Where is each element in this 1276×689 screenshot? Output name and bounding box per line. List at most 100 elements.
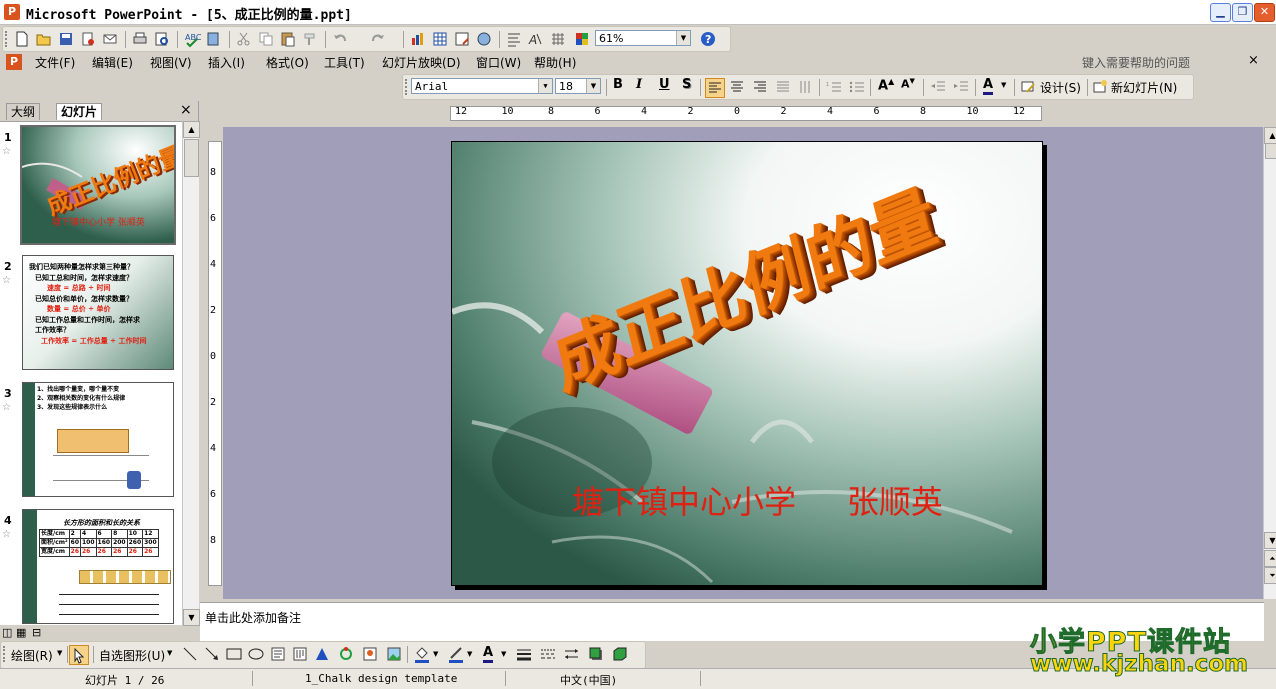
slideshow-icon[interactable]: ⊟ (32, 626, 41, 639)
arrow-style-icon[interactable] (563, 645, 581, 663)
chevron-down-icon[interactable]: ▼ (676, 31, 690, 45)
notes-placeholder[interactable]: 单击此处添加备注 (205, 609, 301, 626)
italic-button[interactable]: I (636, 77, 642, 92)
tab-outline[interactable]: 大纲 (6, 103, 41, 120)
menu-edit[interactable]: 编辑(E) (92, 54, 133, 71)
scroll-up-icon[interactable]: ▲ (1264, 127, 1276, 144)
shadow-button[interactable]: S (682, 77, 691, 92)
font-size-select[interactable]: 18 ▼ (555, 78, 601, 94)
select-objects-icon[interactable] (69, 645, 89, 665)
slide-subtitle[interactable]: 塘下镇中心小学 张顺英 (572, 477, 943, 523)
cut-icon[interactable] (235, 30, 253, 48)
justify-icon[interactable] (774, 78, 792, 96)
previous-slide-icon[interactable]: ⏶ (1264, 550, 1276, 567)
chevron-down-icon[interactable]: ▼ (433, 650, 438, 658)
shadow-style-icon[interactable] (587, 645, 605, 663)
chevron-down-icon[interactable]: ▼ (167, 649, 172, 657)
line-icon[interactable] (181, 645, 199, 663)
powerpoint-app-icon[interactable]: P (4, 4, 20, 20)
design-template-name[interactable]: 1_Chalk design template (305, 672, 457, 685)
redo-icon[interactable] (369, 30, 387, 48)
menu-format[interactable]: 格式(O) (266, 54, 309, 71)
copy-icon[interactable] (257, 30, 275, 48)
zoom-select[interactable]: 61% ▼ (595, 30, 691, 46)
bold-button[interactable]: B (613, 77, 623, 92)
fill-color-icon[interactable] (413, 645, 431, 663)
workspace-scrollbar[interactable]: ▲ ▼ ⏶ ⏷ (1263, 127, 1276, 599)
insert-chart-icon[interactable] (409, 30, 427, 48)
3d-style-icon[interactable] (611, 645, 629, 663)
chevron-down-icon[interactable]: ▼ (57, 649, 62, 657)
autoshapes-button[interactable]: 自选图形(U) (99, 647, 165, 664)
tab-slides[interactable]: 幻灯片 (56, 103, 103, 120)
menu-file[interactable]: 文件(F) (35, 54, 75, 71)
arrow-icon[interactable] (203, 645, 221, 663)
design-button[interactable]: 设计(S) (1040, 79, 1081, 96)
menu-slideshow[interactable]: 幻灯片放映(D) (382, 54, 461, 71)
menu-tools[interactable]: 工具(T) (324, 54, 365, 71)
slide-thumbnail-1[interactable]: 成正比例的量 塘下镇中心小学 张顺英 (20, 125, 176, 245)
increase-font-icon[interactable]: A▲ (878, 77, 894, 93)
help-icon[interactable]: ? (699, 30, 717, 48)
close-document-button[interactable]: × (1248, 53, 1259, 68)
diagram-icon[interactable] (337, 645, 355, 663)
help-search-input[interactable]: 键入需要帮助的问题 (1082, 54, 1190, 71)
undo-icon[interactable] (331, 30, 349, 48)
new-icon[interactable] (13, 30, 31, 48)
line-color-icon[interactable] (447, 645, 465, 663)
textbox-icon[interactable] (269, 645, 287, 663)
slide-canvas[interactable]: 成正比例的量 塘下镇中心小学 张顺英 (451, 141, 1043, 586)
close-button[interactable]: ✕ (1254, 3, 1275, 22)
bullets-icon[interactable] (848, 78, 866, 96)
chevron-down-icon[interactable]: ▼ (586, 79, 600, 93)
email-icon[interactable] (101, 30, 119, 48)
vertical-textbox-icon[interactable] (291, 645, 309, 663)
spelling-icon[interactable]: ABC (183, 30, 201, 48)
menu-insert[interactable]: 插入(I) (208, 54, 245, 71)
insert-hyperlink-icon[interactable] (475, 30, 493, 48)
line-style-icon[interactable] (515, 645, 533, 663)
print-icon[interactable] (131, 30, 149, 48)
scroll-down-icon[interactable]: ▼ (1264, 532, 1276, 549)
tables-borders-icon[interactable] (453, 30, 471, 48)
draw-menu-button[interactable]: 绘图(R) (11, 647, 53, 664)
chevron-down-icon[interactable]: ▼ (467, 650, 472, 658)
format-painter-icon[interactable] (301, 30, 319, 48)
toolbar-grip[interactable] (405, 79, 410, 95)
menu-view[interactable]: 视图(V) (150, 54, 192, 71)
open-icon[interactable] (35, 30, 53, 48)
align-center-icon[interactable] (728, 78, 746, 96)
underline-button[interactable]: U (659, 77, 670, 92)
next-slide-icon[interactable]: ⏷ (1264, 567, 1276, 584)
scroll-down-icon[interactable]: ▼ (183, 609, 200, 626)
new-slide-button[interactable]: 新幻灯片(N) (1111, 79, 1177, 96)
slide-sorter-icon[interactable]: ▦ (16, 626, 26, 639)
slide-design-icon[interactable] (1019, 78, 1037, 96)
minimize-button[interactable]: ▁ (1210, 3, 1231, 22)
distributed-icon[interactable] (797, 78, 815, 96)
show-grid-icon[interactable] (549, 30, 567, 48)
dash-style-icon[interactable] (539, 645, 557, 663)
restore-button[interactable]: ❐ (1232, 3, 1253, 22)
print-preview-icon[interactable] (153, 30, 171, 48)
chevron-down-icon[interactable]: ▼ (501, 650, 506, 658)
slide-thumbnail-3[interactable]: 1、找出哪个量变，哪个量不变 2、观察相关数的变化有什么规律 3、发现这些规律表… (22, 382, 174, 497)
paste-icon[interactable] (279, 30, 297, 48)
scroll-up-icon[interactable]: ▲ (183, 121, 200, 138)
rectangle-icon[interactable] (225, 645, 243, 663)
slide-thumbnail-2[interactable]: 我们已知两种量怎样求第三种量？ 已知工总和时间，怎样求速度？ 速度 = 总路 ÷… (22, 255, 174, 370)
chevron-down-icon[interactable]: ▼ (538, 79, 552, 93)
wordart-icon[interactable] (313, 645, 331, 663)
permission-icon[interactable] (79, 30, 97, 48)
scroll-thumb[interactable] (184, 139, 199, 177)
font-color-icon[interactable]: A (483, 645, 494, 663)
decrease-font-icon[interactable]: A▼ (901, 77, 915, 91)
insert-table-icon[interactable] (431, 30, 449, 48)
menu-help[interactable]: 帮助(H) (534, 54, 576, 71)
research-icon[interactable] (205, 30, 223, 48)
save-icon[interactable] (57, 30, 75, 48)
increase-indent-icon[interactable] (952, 78, 970, 96)
toolbar-grip[interactable] (3, 646, 8, 662)
toolbar-grip[interactable] (5, 31, 10, 47)
new-slide-icon[interactable] (1091, 78, 1109, 96)
